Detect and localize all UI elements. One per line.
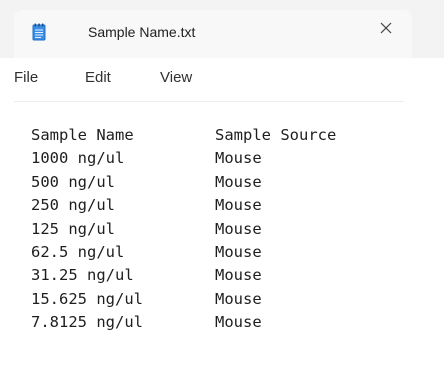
sample-name-header: Sample Name	[31, 126, 134, 144]
menu-bar: File Edit View	[0, 58, 444, 102]
sample-name: 62.5 ng/ul	[31, 242, 125, 261]
sample-source: Mouse	[215, 242, 262, 261]
sample-source-header: Sample Source	[215, 126, 337, 144]
notepad-icon	[32, 23, 46, 41]
text-editor[interactable]: Sample Name Sample Source 1000 ng/ul Mou…	[0, 102, 444, 377]
document-text: Sample Name Sample Source 1000 ng/ul Mou…	[31, 124, 336, 335]
tab-title: Sample Name.txt	[88, 24, 196, 40]
close-icon	[380, 21, 392, 39]
text-line: 62.5 ng/ul Mouse	[31, 241, 262, 264]
sample-name: 500 ng/ul	[31, 172, 115, 191]
text-line: 250 ng/ul Mouse	[31, 194, 262, 217]
sample-name: 7.8125 ng/ul	[31, 313, 143, 332]
sample-name: 31.25 ng/ul	[31, 266, 134, 285]
text-line: 500 ng/ul Mouse	[31, 171, 262, 194]
close-tab-button[interactable]	[372, 16, 400, 44]
menu-edit[interactable]: Edit	[85, 69, 111, 86]
sample-source: Mouse	[215, 219, 262, 238]
sample-source: Mouse	[215, 149, 262, 168]
sample-source: Mouse	[215, 313, 262, 332]
document-tab[interactable]	[14, 10, 412, 58]
text-line: 125 ng/ul Mouse	[31, 218, 262, 241]
sample-source: Mouse	[215, 172, 262, 191]
text-line: 15.625 ng/ul Mouse	[31, 288, 262, 311]
notepad-window: Sample Name.txt File Edit View Sample Na…	[0, 0, 444, 377]
sample-name: 1000 ng/ul	[31, 149, 125, 168]
menu-file[interactable]: File	[14, 69, 38, 86]
text-line: 31.25 ng/ul Mouse	[31, 264, 262, 287]
text-line: Sample Name Sample Source	[31, 124, 336, 147]
sample-name: 15.625 ng/ul	[31, 289, 143, 308]
sample-source: Mouse	[215, 196, 262, 215]
sample-name: 125 ng/ul	[31, 219, 115, 238]
text-line: 7.8125 ng/ul Mouse	[31, 311, 262, 334]
title-bar: Sample Name.txt	[0, 0, 444, 58]
menu-view[interactable]: View	[160, 69, 192, 86]
sample-source: Mouse	[215, 289, 262, 308]
sample-source: Mouse	[215, 266, 262, 285]
sample-name: 250 ng/ul	[31, 196, 115, 215]
text-line: 1000 ng/ul Mouse	[31, 147, 262, 170]
